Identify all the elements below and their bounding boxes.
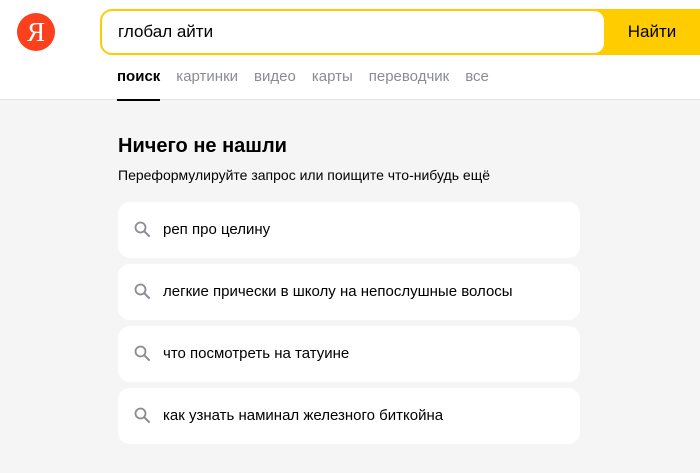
search-input[interactable] [118, 11, 588, 53]
search-input-box [102, 11, 604, 53]
tab-search[interactable]: поиск [117, 68, 161, 101]
search-icon [134, 283, 150, 299]
tab-all[interactable]: все [465, 68, 489, 100]
yandex-logo[interactable]: Я [17, 13, 55, 51]
suggestion-item[interactable]: как узнать наминал железного биткойна [118, 388, 580, 444]
suggestion-item[interactable]: реп про целину [118, 202, 580, 258]
page-title: Ничего не нашли [118, 135, 287, 157]
header: Я Найти поиск картинки видео карты перев… [0, 0, 700, 101]
suggestion-label: что посмотреть на татуине [163, 345, 350, 362]
search-button[interactable]: Найти [604, 9, 700, 55]
search-icon [134, 221, 150, 237]
suggestion-item[interactable]: легкие прически в школу на непослушные в… [118, 264, 580, 320]
suggestion-label: легкие прически в школу на непослушные в… [163, 283, 513, 300]
suggestion-item[interactable]: что посмотреть на татуине [118, 326, 580, 382]
suggestion-label: как узнать наминал железного биткойна [163, 407, 444, 424]
suggestion-label: реп про целину [163, 221, 271, 238]
tab-images[interactable]: картинки [176, 68, 238, 100]
tab-maps[interactable]: карты [312, 68, 353, 100]
tab-translator[interactable]: переводчик [369, 68, 449, 100]
search-tabs: поиск картинки видео карты переводчик вс… [117, 68, 489, 101]
search-icon [134, 407, 150, 423]
page-subtitle: Переформулируйте запрос или поищите что-… [118, 167, 490, 183]
search-icon [134, 345, 150, 361]
suggestion-list: реп про целину легкие прически в школу н… [118, 202, 580, 450]
search-bar: Найти [100, 9, 700, 55]
tab-video[interactable]: видео [254, 68, 296, 100]
